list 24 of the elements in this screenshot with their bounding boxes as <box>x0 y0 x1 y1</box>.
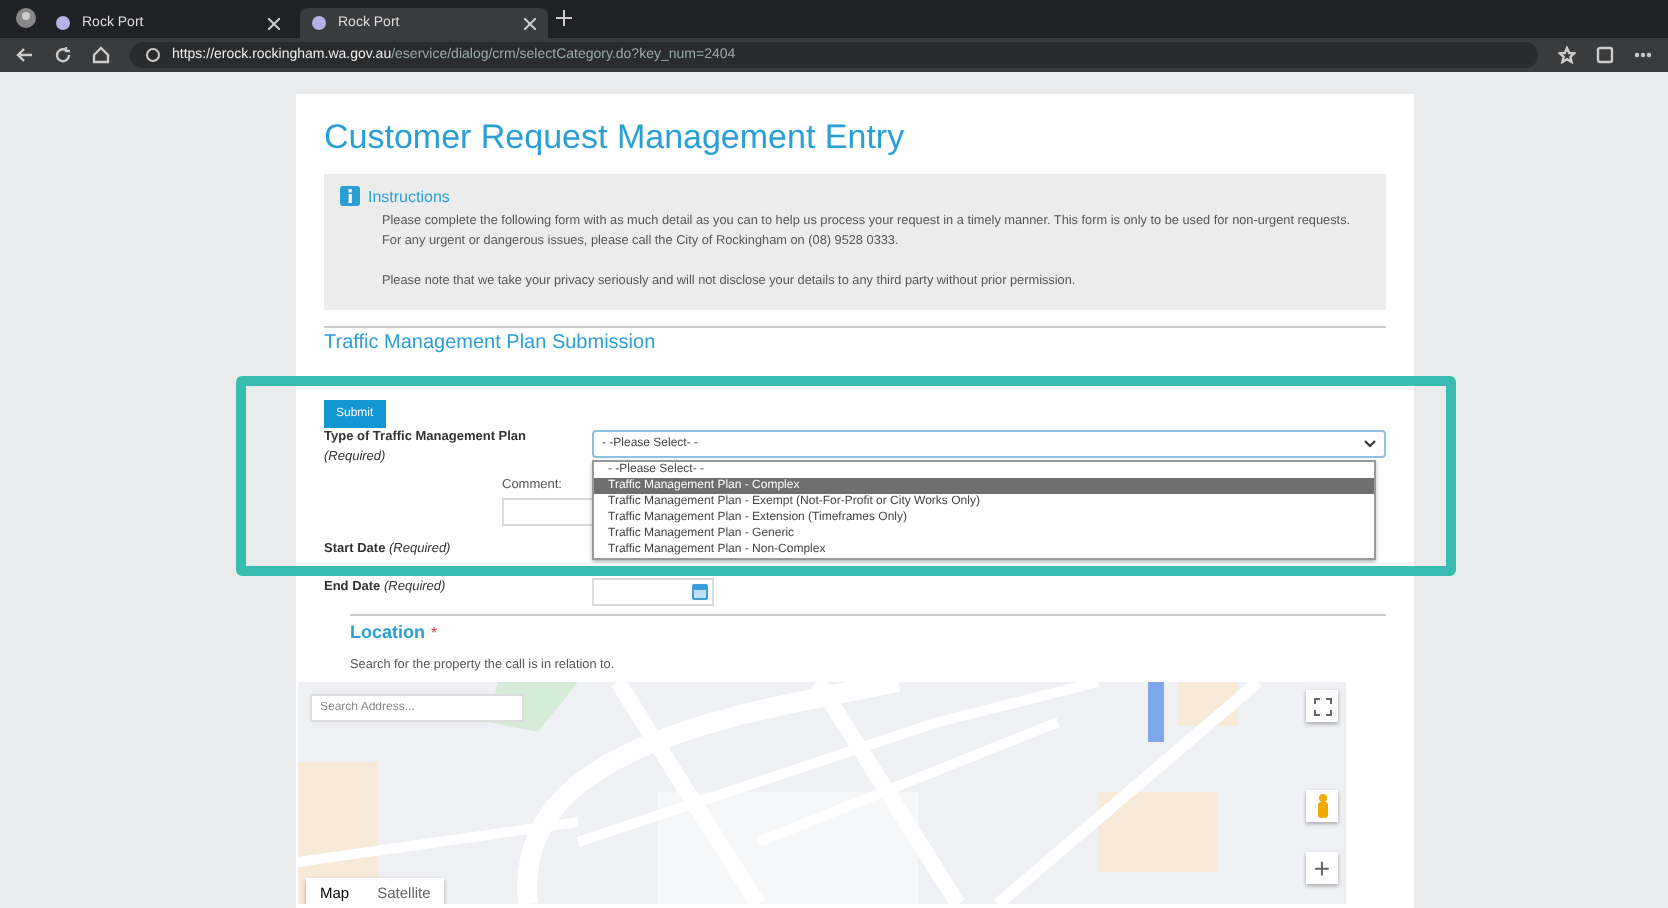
info-icon <box>146 48 160 62</box>
extensions-icon[interactable] <box>1596 46 1614 64</box>
info-icon <box>340 186 360 206</box>
caret-icon <box>1364 440 1376 448</box>
fullscreen-icon <box>1313 697 1331 715</box>
person-icon <box>1315 794 1329 818</box>
fullscreen-button[interactable] <box>1306 690 1338 722</box>
favorites-icon[interactable] <box>1558 46 1576 64</box>
reload-icon[interactable] <box>54 46 72 64</box>
back-icon[interactable] <box>16 46 34 64</box>
page-title: Customer Request Management Entry <box>324 118 905 158</box>
home-icon[interactable] <box>92 46 110 64</box>
site-icon <box>312 16 326 30</box>
new-tab-icon[interactable] <box>556 9 572 29</box>
required-mark: * <box>431 624 438 642</box>
site-icon <box>56 16 70 30</box>
instructions-heading: Instructions <box>368 187 450 205</box>
section-heading: Traffic Management Plan Submission <box>324 332 656 354</box>
close-icon[interactable] <box>524 13 536 33</box>
date-field[interactable] <box>592 578 714 606</box>
profile-avatar-icon[interactable] <box>16 7 36 31</box>
location-heading: Location <box>350 622 425 642</box>
zoom-in-button[interactable]: + <box>1306 852 1338 884</box>
close-icon[interactable] <box>268 13 280 33</box>
